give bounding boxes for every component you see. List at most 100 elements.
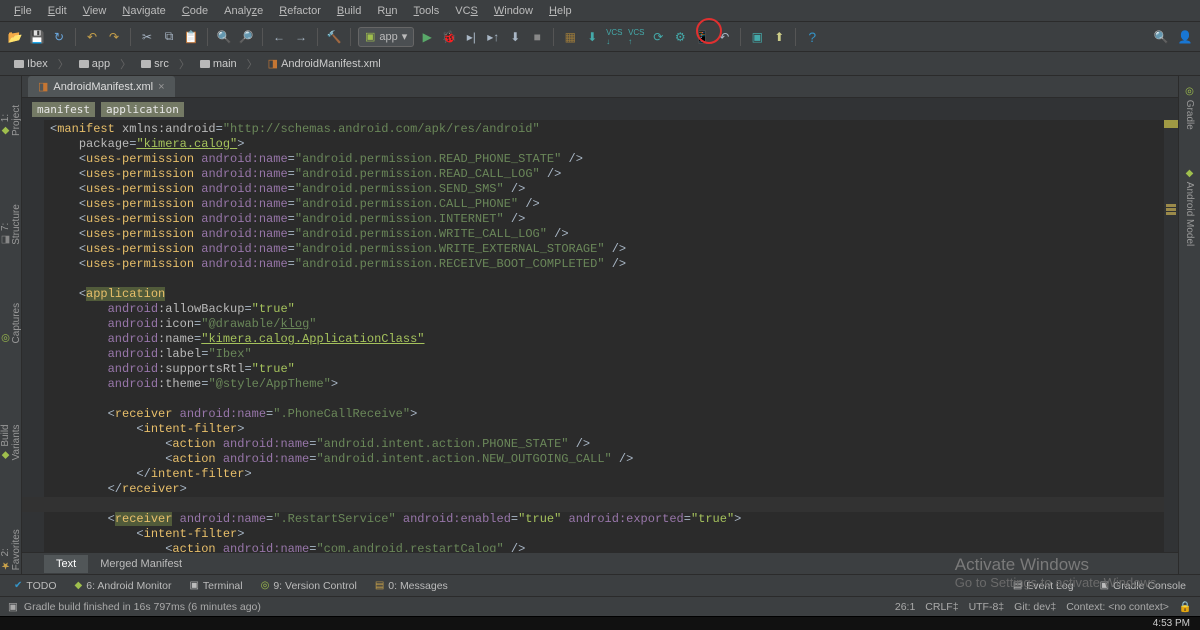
menu-build[interactable]: Build (329, 3, 369, 19)
menu-tools[interactable]: Tools (406, 3, 448, 19)
tool-messages[interactable]: ▤0: Messages (367, 578, 456, 594)
scrollbar-strip[interactable] (1164, 120, 1178, 552)
save-icon[interactable]: 💾 (28, 28, 46, 46)
menu-bar: File Edit View Navigate Code Analyze Ref… (0, 0, 1200, 22)
tool-favorites[interactable]: ★ 2: Favorites (0, 505, 22, 574)
help-icon[interactable]: ? (803, 28, 821, 46)
breadcrumb-app[interactable]: app (73, 58, 116, 70)
replace-icon[interactable]: 🔎 (237, 28, 255, 46)
xml-file-icon: ◨ (268, 57, 278, 70)
menu-vcs[interactable]: VCS (447, 3, 486, 19)
android-profiler-icon[interactable]: ▣ (748, 28, 766, 46)
search-everywhere-icon[interactable]: 🔍 (1152, 28, 1170, 46)
debug-icon[interactable]: 🐞 (440, 28, 458, 46)
sync-icon[interactable]: ↻ (50, 28, 68, 46)
vcs-update-icon[interactable]: VCS↑ (627, 28, 645, 46)
tool-version-control[interactable]: ◎9: Version Control (253, 578, 365, 594)
status-toggle-icon[interactable]: ▣ (8, 601, 18, 613)
lock-icon[interactable]: 🔒 (1179, 600, 1192, 613)
menu-refactor[interactable]: Refactor (271, 3, 329, 19)
menu-run[interactable]: Run (369, 3, 405, 19)
tool-event-log[interactable]: ▤Event Log (1005, 578, 1082, 594)
close-tab-icon[interactable]: × (158, 81, 164, 93)
run-config-label: app (379, 31, 397, 43)
revert-icon[interactable]: ↶ (715, 28, 733, 46)
dropdown-icon: ▾ (402, 30, 408, 43)
bottom-tool-bar: ✔TODO ◆6: Android Monitor ▣Terminal ◎9: … (0, 574, 1200, 596)
tool-captures[interactable]: ◎ Captures (0, 289, 22, 347)
breadcrumb-file[interactable]: ◨AndroidManifest.xml (262, 57, 387, 70)
profile-icon[interactable]: ▸↑ (484, 28, 502, 46)
folder-icon (200, 60, 210, 68)
code-content: <manifest xmlns:android="http://schemas.… (50, 122, 1160, 552)
paste-icon[interactable]: 📋 (182, 28, 200, 46)
toolbar: 📂 💾 ↻ ↶ ↷ ✂ ⧉ 📋 🔍 🔎 ← → 🔨 ▣ app ▾ ▶ 🐞 ▸|… (0, 22, 1200, 52)
status-git-branch[interactable]: Git: dev‡ (1014, 601, 1056, 613)
menu-window[interactable]: Window (486, 3, 541, 19)
menu-code[interactable]: Code (174, 3, 216, 19)
structure-crumbs: manifest application (22, 98, 1178, 120)
sync-gradle-icon[interactable]: ⟳ (649, 28, 667, 46)
coverage-icon[interactable]: ▸| (462, 28, 480, 46)
highlighted-tool-icon[interactable]: ⬆ (770, 28, 788, 46)
editor-gutter (22, 120, 44, 552)
attach-debugger-icon[interactable]: ⬇ (506, 28, 524, 46)
code-editor[interactable]: <manifest xmlns:android="http://schemas.… (22, 120, 1178, 552)
editor-tab-manifest[interactable]: ◨ AndroidManifest.xml × (28, 76, 175, 97)
undo-icon[interactable]: ↶ (83, 28, 101, 46)
back-icon[interactable]: ← (270, 28, 288, 46)
build-icon[interactable]: 🔨 (325, 28, 343, 46)
android-icon: ▣ (365, 30, 375, 43)
project-structure-icon[interactable]: ⚙ (671, 28, 689, 46)
menu-navigate[interactable]: Navigate (114, 3, 173, 19)
folder-icon (14, 60, 24, 68)
left-tool-strip: ◆ 1: Project ◧ 7: Structure ◎ Captures ◆… (0, 76, 22, 574)
cut-icon[interactable]: ✂ (138, 28, 156, 46)
breadcrumb-main[interactable]: main (194, 58, 243, 70)
stop-icon[interactable]: ■ (528, 28, 546, 46)
layout-inspector-icon[interactable]: VCS↓ (605, 28, 623, 46)
subtab-text[interactable]: Text (44, 555, 88, 573)
tool-android-monitor[interactable]: ◆6: Android Monitor (67, 578, 180, 594)
menu-edit[interactable]: Edit (40, 3, 75, 19)
editor-panel: ◨ AndroidManifest.xml × manifest applica… (22, 76, 1178, 574)
main-area: ◆ 1: Project ◧ 7: Structure ◎ Captures ◆… (0, 76, 1200, 574)
menu-analyze[interactable]: Analyze (216, 3, 271, 19)
find-icon[interactable]: 🔍 (215, 28, 233, 46)
menu-view[interactable]: View (75, 3, 115, 19)
avd-manager-icon[interactable]: ▦ (561, 28, 579, 46)
run-icon[interactable]: ▶ (418, 28, 436, 46)
open-icon[interactable]: 📂 (6, 28, 24, 46)
breadcrumb-src[interactable]: src (135, 58, 175, 70)
status-encoding[interactable]: UTF-8‡ (969, 601, 1005, 613)
tool-todo[interactable]: ✔TODO (6, 578, 65, 594)
status-context[interactable]: Context: <no context> (1066, 601, 1169, 613)
tool-gradle-console[interactable]: ▣Gradle Console (1092, 578, 1194, 594)
user-icon[interactable]: 👤 (1176, 28, 1194, 46)
device-file-explorer-icon[interactable]: 📱 (693, 28, 711, 46)
tool-build-variants[interactable]: ◆ Build Variants (0, 387, 22, 464)
breadcrumb-project[interactable]: Ibex (8, 58, 54, 70)
tool-structure[interactable]: ◧ 7: Structure (0, 180, 22, 249)
tool-android-model[interactable]: ◆ Android Model (1184, 164, 1195, 250)
crumb-manifest[interactable]: manifest (32, 102, 95, 117)
editor-tabs: ◨ AndroidManifest.xml × (22, 76, 1178, 98)
tool-gradle[interactable]: ◎ Gradle (1184, 82, 1195, 134)
menu-file[interactable]: File (6, 3, 40, 19)
tool-terminal[interactable]: ▣Terminal (181, 578, 250, 594)
menu-help[interactable]: Help (541, 3, 580, 19)
copy-icon[interactable]: ⧉ (160, 28, 178, 46)
right-tool-strip: ◎ Gradle ◆ Android Model (1178, 76, 1200, 574)
status-line-sep[interactable]: CRLF‡ (925, 601, 958, 613)
forward-icon[interactable]: → (292, 28, 310, 46)
breadcrumb-bar: Ibex〉 app〉 src〉 main〉 ◨AndroidManifest.x… (0, 52, 1200, 76)
subtab-merged-manifest[interactable]: Merged Manifest (88, 555, 194, 573)
status-caret-pos[interactable]: 26:1 (895, 601, 915, 613)
status-bar: ▣ Gradle build finished in 16s 797ms (6 … (0, 596, 1200, 616)
crumb-application[interactable]: application (101, 102, 184, 117)
xml-file-icon: ◨ (38, 80, 48, 93)
sdk-manager-icon[interactable]: ⬇ (583, 28, 601, 46)
run-config-selector[interactable]: ▣ app ▾ (358, 27, 414, 47)
tool-project[interactable]: ◆ 1: Project (0, 80, 22, 140)
redo-icon[interactable]: ↷ (105, 28, 123, 46)
